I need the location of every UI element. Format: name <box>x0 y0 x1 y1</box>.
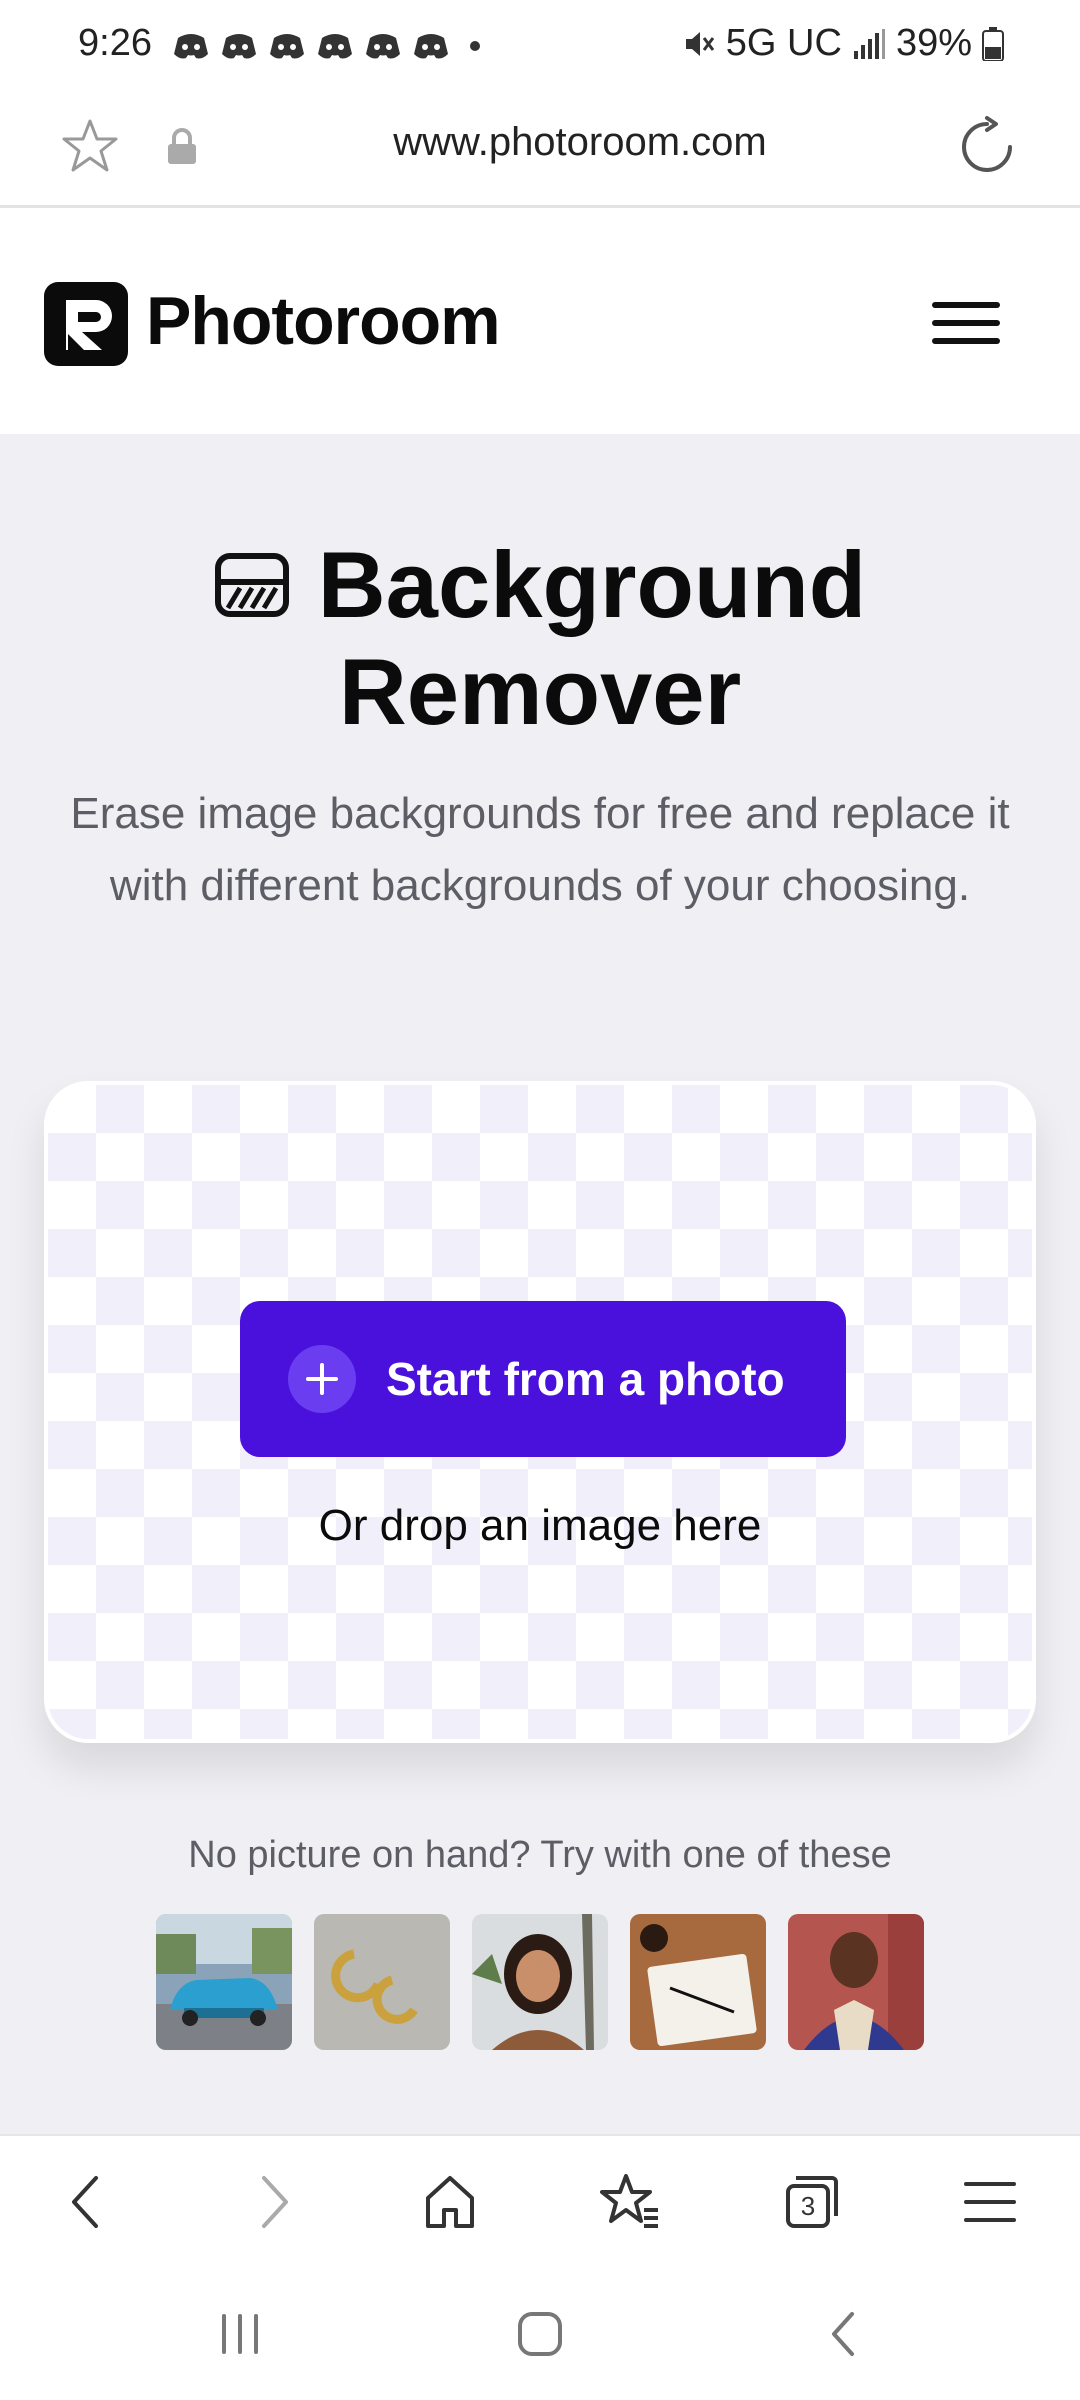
back-icon[interactable] <box>52 2166 124 2238</box>
url-address[interactable]: www.photoroom.com <box>0 120 1080 165</box>
start-from-photo-button[interactable]: Start from a photo <box>240 1301 846 1457</box>
tabs-button[interactable]: 3 <box>774 2166 846 2238</box>
discord-icon <box>318 34 352 59</box>
browser-toolbar: 3 <box>0 2134 1080 2264</box>
sample-image-woman[interactable] <box>472 1914 608 2050</box>
discord-icon <box>366 34 400 59</box>
status-bar: 9:26 5G UC 39% <box>0 0 1080 92</box>
system-navigation-bar <box>0 2264 1080 2400</box>
bookmarks-icon[interactable] <box>594 2166 666 2238</box>
sample-image-car[interactable] <box>156 1914 292 2050</box>
sample-image-notebook[interactable] <box>630 1914 766 2050</box>
reload-icon[interactable] <box>954 114 1020 180</box>
mute-icon <box>685 31 714 56</box>
plus-icon <box>288 1345 356 1413</box>
more-notifications-dot <box>470 41 480 51</box>
upload-dropzone[interactable]: Start from a photo Or drop an image here <box>44 1081 1036 1743</box>
back-nav-icon[interactable] <box>814 2304 874 2364</box>
battery-percent: 39% <box>895 22 972 64</box>
page-title: Background Remover <box>0 532 1080 745</box>
sample-image-earrings[interactable] <box>314 1914 450 2050</box>
title-line-1: Background <box>317 532 867 637</box>
title-line-2: Remover <box>338 639 742 744</box>
sample-image-man[interactable] <box>788 1914 924 2050</box>
hero-subtitle: Erase image backgrounds for free and rep… <box>70 789 1010 910</box>
sample-prompt: No picture on hand? Try with one of thes… <box>188 1834 892 1876</box>
background-remover-icon <box>214 553 289 617</box>
drop-image-label: Or drop an image here <box>318 1501 762 1550</box>
menu-icon[interactable] <box>954 2166 1026 2238</box>
signal-icon <box>853 28 885 59</box>
hamburger-menu-button[interactable] <box>932 302 1000 348</box>
discord-icon <box>270 34 304 59</box>
site-header: Photoroom <box>0 210 1080 434</box>
recent-apps-icon[interactable] <box>210 2304 270 2364</box>
tabs-count: 3 <box>800 2191 816 2221</box>
status-indicators: 5G UC 39% <box>682 22 1004 65</box>
status-time: 9:26 <box>78 22 152 64</box>
sample-images <box>156 1914 924 2050</box>
home-nav-icon[interactable] <box>510 2304 570 2364</box>
discord-icon <box>414 34 448 59</box>
start-button-label: Start from a photo <box>386 1353 785 1405</box>
discord-icon <box>222 34 256 59</box>
discord-icon <box>174 34 208 59</box>
network-type: 5G UC <box>725 22 842 64</box>
home-icon[interactable] <box>414 2166 486 2238</box>
hero-section: Background Remover Erase image backgroun… <box>0 434 1080 2134</box>
forward-icon[interactable] <box>236 2166 308 2238</box>
battery-icon <box>982 26 1004 61</box>
browser-url-bar: www.photoroom.com <box>0 92 1080 208</box>
notification-icons <box>172 30 480 62</box>
photoroom-logo-icon[interactable] <box>44 282 128 366</box>
brand-name[interactable]: Photoroom <box>146 282 501 360</box>
